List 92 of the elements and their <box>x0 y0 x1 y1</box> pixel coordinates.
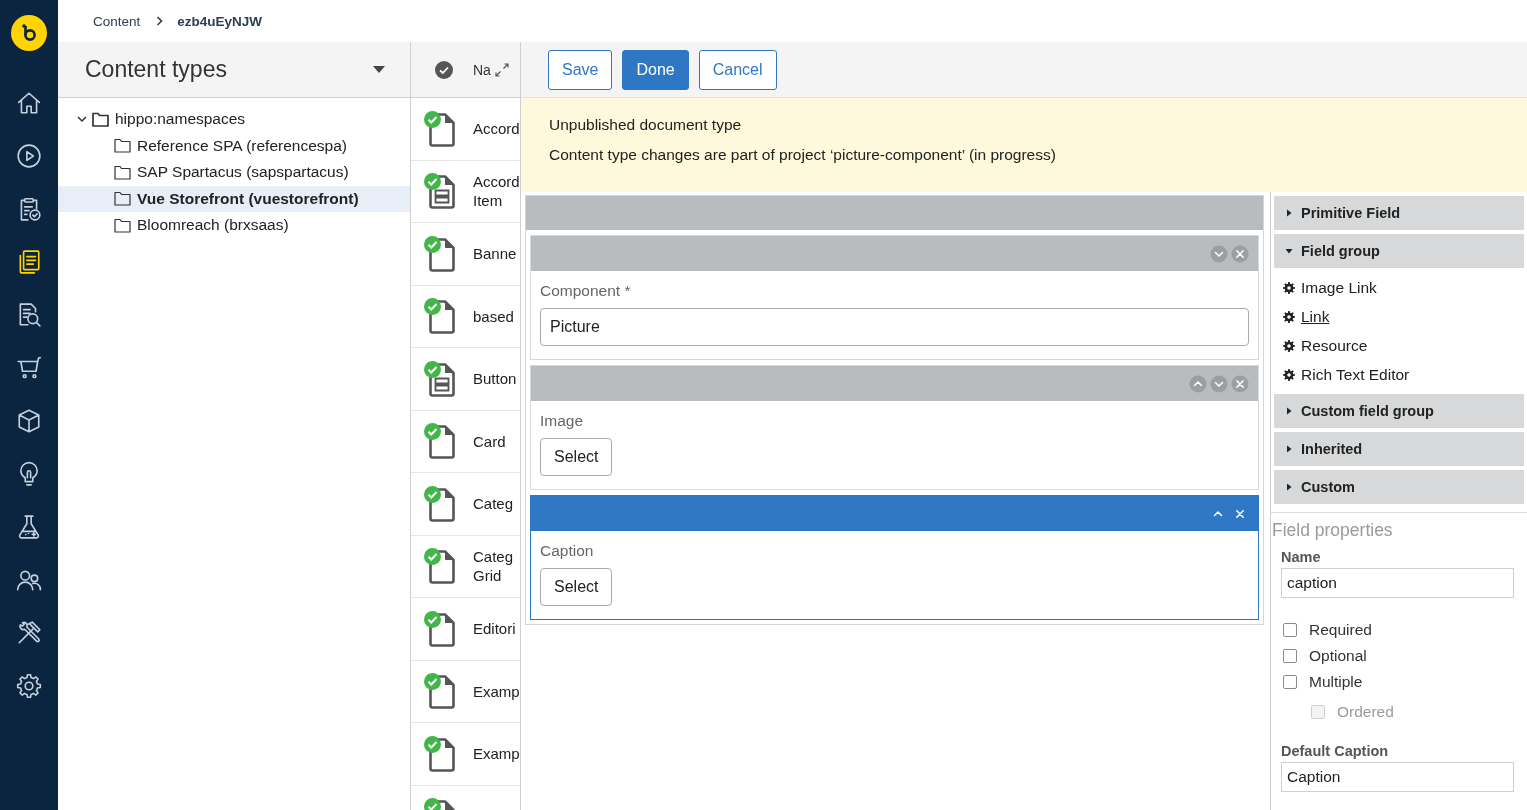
folder-icon <box>92 111 109 127</box>
document-name[interactable]: Editori <box>473 619 520 639</box>
section-header[interactable]: Primitive Field <box>1274 196 1524 230</box>
document-list-icon <box>429 362 455 397</box>
section-title: Field properties <box>1272 519 1394 541</box>
document-list-icon <box>429 175 455 210</box>
close-icon[interactable] <box>1231 374 1249 393</box>
document-name[interactable]: Accord Item <box>473 172 520 211</box>
breadcrumb-current: ezb4uEyNJW <box>177 13 263 29</box>
tools-icon[interactable] <box>16 619 42 646</box>
document-icon <box>429 487 455 522</box>
chevron-right-icon <box>156 16 164 26</box>
triangle-right-icon <box>1285 483 1293 491</box>
field-label: Image <box>540 411 585 431</box>
field-label: Caption <box>540 541 595 561</box>
dropdown-caret-icon[interactable] <box>373 66 385 73</box>
field-label: Name <box>1281 549 1322 565</box>
checkbox-label: Ordered <box>1337 703 1394 721</box>
play-circle-icon[interactable] <box>16 142 42 169</box>
document-icon <box>429 237 455 272</box>
chevron-down-icon[interactable] <box>77 114 87 125</box>
section-header[interactable]: Custom <box>1274 470 1524 504</box>
cube-icon[interactable] <box>16 407 42 434</box>
checkbox-label: Multiple <box>1309 673 1363 691</box>
logo-icon <box>11 15 47 51</box>
document-icon <box>429 300 455 335</box>
checkbox[interactable] <box>1283 649 1297 663</box>
triangle-right-icon <box>1285 445 1293 453</box>
checkbox-label: Optional <box>1309 647 1367 665</box>
gear-icon <box>1283 339 1295 352</box>
close-icon[interactable] <box>1231 244 1249 263</box>
toolbar-button[interactable]: Cancel <box>698 49 777 90</box>
document-name[interactable]: Banne <box>473 244 520 264</box>
chevron-up-icon[interactable] <box>1189 374 1207 393</box>
document-name[interactable]: Button <box>473 369 520 389</box>
folder-icon <box>114 217 131 233</box>
flask-icon[interactable] <box>16 513 42 540</box>
field-label: Component * <box>540 281 632 301</box>
document-name[interactable]: Examp <box>473 681 520 701</box>
text-input[interactable]: caption <box>1281 568 1514 598</box>
cart-icon[interactable] <box>16 354 42 381</box>
tree-item[interactable]: Vue Storefront (vuestorefront) <box>58 185 410 212</box>
document-icon <box>429 612 455 647</box>
document-name[interactable]: Categ <box>473 494 520 514</box>
tree-item[interactable]: SAP Spartacus (sapspartacus) <box>58 159 410 186</box>
document-icon <box>429 425 455 460</box>
section-header[interactable]: Custom field group <box>1274 394 1524 428</box>
gear-icon <box>1283 281 1295 294</box>
panel-title: Content types <box>85 56 227 83</box>
document-name[interactable]: Examp <box>473 744 520 764</box>
document-name[interactable]: Card <box>473 431 520 451</box>
primary-button[interactable]: Done <box>622 49 689 90</box>
folder-icon <box>114 138 131 154</box>
section-header[interactable]: Inherited <box>1274 432 1524 466</box>
expand-icon[interactable] <box>494 62 509 77</box>
section-header[interactable]: Field group <box>1274 234 1524 268</box>
document-icon <box>429 112 455 147</box>
column-header[interactable]: Na <box>473 61 491 78</box>
settings-icon[interactable] <box>16 672 42 699</box>
select-button[interactable]: Select <box>540 568 613 606</box>
folder-icon <box>114 164 131 180</box>
tree-item[interactable]: Reference SPA (referencespa) <box>58 132 410 159</box>
notice-text: Unpublished document type <box>549 115 743 135</box>
triangle-right-icon <box>1285 209 1293 217</box>
text-input[interactable]: Picture <box>540 308 1249 346</box>
checkbox[interactable] <box>1283 623 1297 637</box>
folder-icon <box>114 191 131 207</box>
field-type-link[interactable]: Link <box>1301 307 1330 326</box>
document-icon <box>429 675 455 710</box>
select-button[interactable]: Select <box>540 438 613 476</box>
tree-item[interactable]: hippo:namespaces <box>58 106 410 133</box>
field-type-link[interactable]: Image Link <box>1301 278 1377 297</box>
breadcrumb-link[interactable]: Content <box>93 13 141 29</box>
document-name[interactable]: based <box>473 306 520 326</box>
field-type-link[interactable]: Rich Text Editor <box>1301 365 1410 384</box>
document-name[interactable]: Categ Grid <box>473 547 520 586</box>
field-label: Default Caption <box>1281 743 1390 759</box>
triangle-right-icon <box>1285 407 1293 415</box>
toolbar-button[interactable]: Save <box>548 49 613 90</box>
triangle-down-icon <box>1285 247 1293 255</box>
notice-text: Content type changes are part of project ‘picture-component’ (in progress) <box>549 145 1057 165</box>
document-icon <box>429 550 455 585</box>
gear-icon <box>1283 310 1295 323</box>
text-input[interactable]: Caption <box>1281 762 1514 792</box>
field-type-link[interactable]: Resource <box>1301 336 1368 355</box>
document-name[interactable]: Accord <box>473 119 520 139</box>
gear-icon <box>1283 368 1295 381</box>
check-circle-icon[interactable] <box>435 60 453 79</box>
tree-item[interactable]: Bloomreach (brxsaas) <box>58 212 410 239</box>
document-icon <box>429 737 455 772</box>
checkbox[interactable] <box>1283 675 1297 689</box>
checkbox-label: Required <box>1309 621 1372 639</box>
